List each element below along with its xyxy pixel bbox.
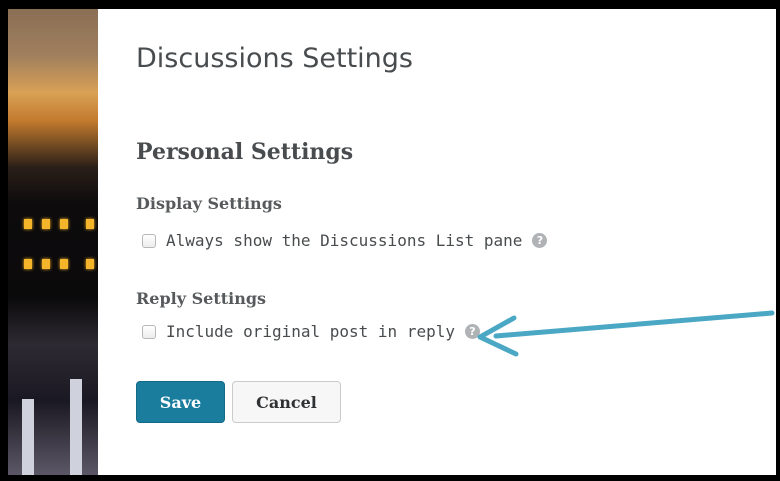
background-image-strip bbox=[8, 9, 98, 475]
page-title: Discussions Settings bbox=[136, 43, 413, 74]
save-button[interactable]: Save bbox=[136, 381, 225, 423]
show-discussions-list-label: Always show the Discussions List pane bbox=[166, 231, 523, 250]
reply-settings-heading: Reply Settings bbox=[136, 289, 267, 308]
cancel-button[interactable]: Cancel bbox=[232, 381, 341, 423]
question-circle-icon[interactable]: ? bbox=[532, 233, 548, 248]
show-discussions-list-checkbox[interactable] bbox=[142, 233, 156, 248]
settings-window: Discussions Settings Personal Settings D… bbox=[8, 9, 776, 475]
display-settings-option: Always show the Discussions List pane ? bbox=[142, 231, 548, 250]
reply-settings-option: Include original post in reply ? bbox=[142, 322, 480, 341]
display-settings-heading: Display Settings bbox=[136, 194, 282, 213]
question-circle-icon[interactable]: ? bbox=[464, 324, 480, 339]
personal-settings-heading: Personal Settings bbox=[136, 139, 354, 165]
include-original-post-label: Include original post in reply bbox=[166, 322, 455, 341]
include-original-post-checkbox[interactable] bbox=[142, 324, 156, 339]
